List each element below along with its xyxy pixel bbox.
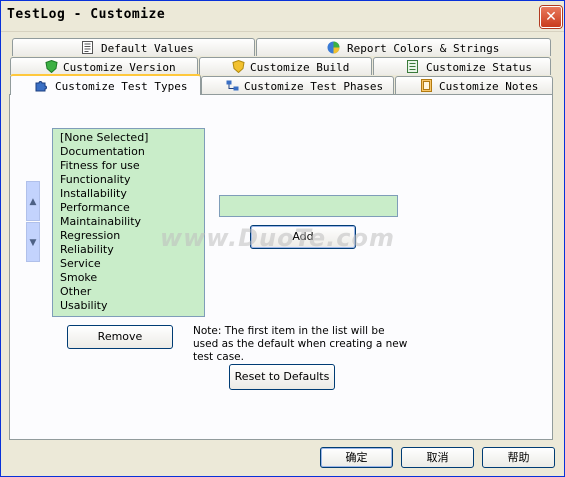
default-item-note: Note: The first item in the list will be… <box>193 325 408 363</box>
move-down-button[interactable]: ▼ <box>26 222 40 262</box>
list-item[interactable]: Reliability <box>53 243 204 257</box>
remove-button[interactable]: Remove <box>67 325 173 349</box>
tab-label: Customize Version <box>63 61 176 74</box>
tab-customize-status[interactable]: Customize Status <box>373 57 551 75</box>
chevron-down-icon: ▼ <box>29 238 37 248</box>
tab-report-colors[interactable]: Report Colors & Strings <box>256 38 551 56</box>
list-item[interactable]: Smoke <box>53 271 204 285</box>
tab-label: Customize Test Phases <box>244 80 384 93</box>
list-item[interactable]: Installability <box>53 187 204 201</box>
list-item[interactable]: Usability <box>53 299 204 313</box>
shield-icon <box>45 60 58 73</box>
tab-customize-build[interactable]: Customize Build <box>199 57 372 75</box>
close-button[interactable]: ✕ <box>540 6 562 28</box>
tab-label: Customize Test Types <box>55 80 188 93</box>
title-bar[interactable]: TestLog - Customize ✕ <box>1 1 564 32</box>
tab-default-values[interactable]: Default Values <box>12 38 255 56</box>
new-test-type-input[interactable] <box>219 195 398 217</box>
list-item[interactable]: Fitness for use <box>53 159 204 173</box>
shield-icon <box>232 60 245 73</box>
list-item[interactable]: Maintainability <box>53 215 204 229</box>
pie-chart-icon <box>327 41 340 54</box>
list-item[interactable]: Other <box>53 285 204 299</box>
tab-customize-test-phases[interactable]: Customize Test Phases <box>201 76 394 94</box>
close-icon: ✕ <box>545 9 557 25</box>
list-item[interactable]: Service <box>53 257 204 271</box>
add-button[interactable]: Add <box>250 225 356 249</box>
chevron-up-icon: ▲ <box>29 197 37 207</box>
tab-label: Default Values <box>101 42 194 55</box>
list-item[interactable]: Regression <box>53 229 204 243</box>
tab-label: Customize Notes <box>439 80 539 93</box>
checklist-icon <box>407 60 418 73</box>
reset-to-defaults-button[interactable]: Reset to Defaults <box>229 364 335 390</box>
puzzle-icon <box>35 81 47 92</box>
help-button[interactable]: 帮助 <box>482 447 555 468</box>
notebook-icon <box>421 79 432 92</box>
tab-customize-notes[interactable]: Customize Notes <box>395 76 553 94</box>
flow-icon <box>226 80 239 91</box>
list-item[interactable]: Functionality <box>53 173 204 187</box>
list-item[interactable]: Documentation <box>53 145 204 159</box>
cancel-button[interactable]: 取消 <box>401 447 474 468</box>
tab-label: Customize Build <box>250 61 350 74</box>
move-up-button[interactable]: ▲ <box>26 181 40 221</box>
window-title: TestLog - Customize <box>7 7 166 22</box>
tab-label: Customize Status <box>426 61 532 74</box>
list-item[interactable]: [None Selected] <box>53 131 204 145</box>
test-types-list[interactable]: [None Selected] Documentation Fitness fo… <box>52 128 205 317</box>
tab-customize-version[interactable]: Customize Version <box>10 57 198 75</box>
document-icon <box>82 41 93 54</box>
list-item[interactable]: Performance <box>53 201 204 215</box>
ok-button[interactable]: 确定 <box>320 447 393 468</box>
tab-customize-test-types[interactable]: Customize Test Types <box>10 74 201 95</box>
tab-label: Report Colors & Strings <box>347 42 500 55</box>
